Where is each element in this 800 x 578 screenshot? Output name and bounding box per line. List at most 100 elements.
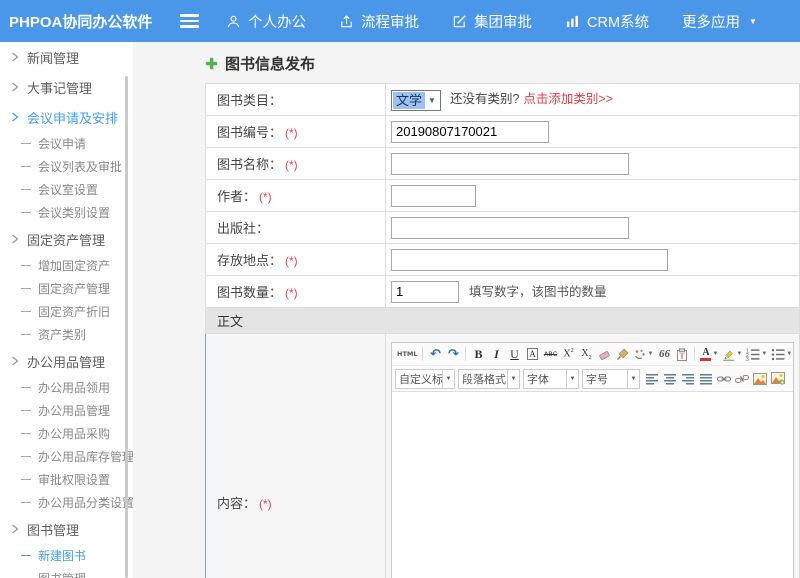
caret-down-icon: ▼ <box>647 351 653 357</box>
editor-select-1[interactable]: 自定义标题▼ <box>395 369 455 389</box>
topnav-item-1[interactable]: 个人办公 <box>226 11 306 32</box>
sidebar-child-label: 固定资产折旧 <box>38 303 110 320</box>
sidebar-child-item[interactable]: 审批权限设置 <box>0 468 133 491</box>
undo-button[interactable]: ↶ <box>427 345 443 363</box>
author-input[interactable] <box>391 185 476 207</box>
subscript-button[interactable]: X2 <box>578 345 594 363</box>
sidebar-child-item[interactable]: 办公用品管理 <box>0 399 133 422</box>
page-title: 图书信息发布 <box>205 52 800 74</box>
location-input[interactable] <box>391 249 668 271</box>
dash-icon <box>21 143 31 144</box>
sidebar-child-item[interactable]: 会议申请 <box>0 132 133 155</box>
redo-button[interactable]: ↷ <box>445 345 461 363</box>
topnav-item-label: 个人办公 <box>248 11 306 32</box>
sidebar-parent-item[interactable]: 图书管理 <box>0 514 133 544</box>
sidebar-child-label: 办公用品库存管理 <box>38 448 133 465</box>
sidebar-child-item[interactable]: 会议室设置 <box>0 178 133 201</box>
section-header: 正文 <box>206 308 800 334</box>
sidebar-child-item[interactable]: 增加固定资产 <box>0 254 133 277</box>
chevron-right-icon <box>11 52 19 62</box>
caret-down-icon: ▼ <box>761 351 767 357</box>
editor-content[interactable] <box>392 392 793 578</box>
image-add-button[interactable] <box>770 370 786 388</box>
sidebar-child-item[interactable]: 办公用品库存管理 <box>0 445 133 468</box>
sidebar-child-item[interactable]: 会议类别设置 <box>0 201 133 224</box>
dash-icon <box>21 334 31 335</box>
editor-select-3[interactable]: 字体▼ <box>523 369 579 389</box>
font-color-button[interactable]: A▼ <box>699 345 719 363</box>
sidebar-child-item[interactable]: 资产类别 <box>0 323 133 346</box>
strikethrough-button[interactable]: ABC <box>542 345 558 363</box>
paint-button[interactable]: ▼ <box>632 345 654 363</box>
sidebar-parent-item[interactable]: 新闻管理 <box>0 42 133 72</box>
sidebar-child-item[interactable]: 办公用品分类设置 <box>0 491 133 514</box>
field-label: 作者： <box>217 189 256 204</box>
align-right-button[interactable] <box>680 370 696 388</box>
unordered-list-button[interactable]: ▼ <box>770 345 793 363</box>
sidebar-child-item[interactable]: 固定资产管理 <box>0 277 133 300</box>
chevron-right-icon <box>11 524 19 534</box>
format-brush-button[interactable] <box>614 345 630 363</box>
sidebar-child-item[interactable]: 固定资产折旧 <box>0 300 133 323</box>
sidebar-parent-item[interactable]: 大事记管理 <box>0 72 133 102</box>
hamburger-menu-icon[interactable] <box>180 14 199 28</box>
editor-select-4[interactable]: 字号▼ <box>582 369 640 389</box>
link-button[interactable] <box>716 370 732 388</box>
quantity-input[interactable] <box>391 281 459 303</box>
sidebar-child-label: 会议列表及审批 <box>38 158 122 175</box>
topnav-item-4[interactable]: CRM系统 <box>565 11 649 32</box>
book-name-input[interactable] <box>391 153 629 175</box>
form-row: 存放地点：(*) <box>206 244 800 276</box>
sidebar-child-item[interactable]: 办公用品采购 <box>0 422 133 445</box>
align-justify-button[interactable] <box>698 370 714 388</box>
category-select[interactable]: 文学▼ <box>391 90 441 111</box>
sidebar-child-label: 办公用品采购 <box>38 425 110 442</box>
sidebar-scrollbar[interactable] <box>125 76 128 578</box>
field-value-cell <box>386 212 800 244</box>
eraser-button[interactable] <box>596 345 612 363</box>
align-left-button[interactable] <box>644 370 660 388</box>
sidebar-child-item[interactable]: 图书管理 <box>0 567 133 578</box>
book-code-input[interactable] <box>391 121 549 143</box>
dash-icon <box>21 166 31 167</box>
sidebar-child-label: 会议申请 <box>38 135 86 152</box>
bold-button[interactable]: B <box>470 345 486 363</box>
highlight-button[interactable]: ▼ <box>721 345 743 363</box>
topnav-item-2[interactable]: 流程审批 <box>339 11 419 32</box>
svg-text:3: 3 <box>746 357 749 361</box>
paste-button[interactable]: T <box>674 345 690 363</box>
sidebar-parent-item[interactable]: 办公用品管理 <box>0 346 133 376</box>
publisher-input[interactable] <box>391 217 629 239</box>
image-button[interactable] <box>752 370 768 388</box>
topnav-item-3[interactable]: 集团审批 <box>452 11 532 32</box>
caret-down-icon: ▼ <box>627 370 639 388</box>
superscript-button[interactable]: X2 <box>560 345 576 363</box>
user-icon <box>226 14 241 29</box>
editor-select-2[interactable]: 段落格式▼ <box>458 369 520 389</box>
sidebar-parent-item[interactable]: 会议申请及安排 <box>0 102 133 132</box>
content-label-cell: 内容：(*) <box>206 334 386 578</box>
sidebar-parent-label: 图书管理 <box>27 520 79 539</box>
sidebar-child-item[interactable]: 办公用品领用 <box>0 376 133 399</box>
field-value-cell <box>386 180 800 212</box>
align-center-button[interactable] <box>662 370 678 388</box>
field-hint: 填写数字，该图书的数量 <box>469 285 607 299</box>
blockquote-button[interactable]: 66 <box>656 345 672 363</box>
italic-button[interactable]: I <box>488 345 504 363</box>
dash-icon <box>21 212 31 213</box>
underline-button[interactable]: U <box>506 345 522 363</box>
html-source-button[interactable]: HTML <box>396 345 418 363</box>
dash-icon <box>21 387 31 388</box>
sidebar-child-item[interactable]: 会议列表及审批 <box>0 155 133 178</box>
sidebar-child-item[interactable]: 新建图书 <box>0 544 133 567</box>
sidebar-child-label: 增加固定资产 <box>38 257 110 274</box>
ordered-list-button[interactable]: 123▼ <box>745 345 768 363</box>
dash-icon <box>21 311 31 312</box>
sidebar-menu: 新闻管理大事记管理会议申请及安排会议申请会议列表及审批会议室设置会议类别设置固定… <box>0 42 133 578</box>
app-logo: PHPOA协同办公软件 <box>0 11 168 32</box>
sidebar-parent-item[interactable]: 固定资产管理 <box>0 224 133 254</box>
unlink-button[interactable] <box>734 370 750 388</box>
topnav-item-5[interactable]: 更多应用▼ <box>682 11 757 32</box>
add-category-link[interactable]: 点击添加类别>> <box>523 92 613 106</box>
font-border-button[interactable]: A <box>524 345 540 363</box>
